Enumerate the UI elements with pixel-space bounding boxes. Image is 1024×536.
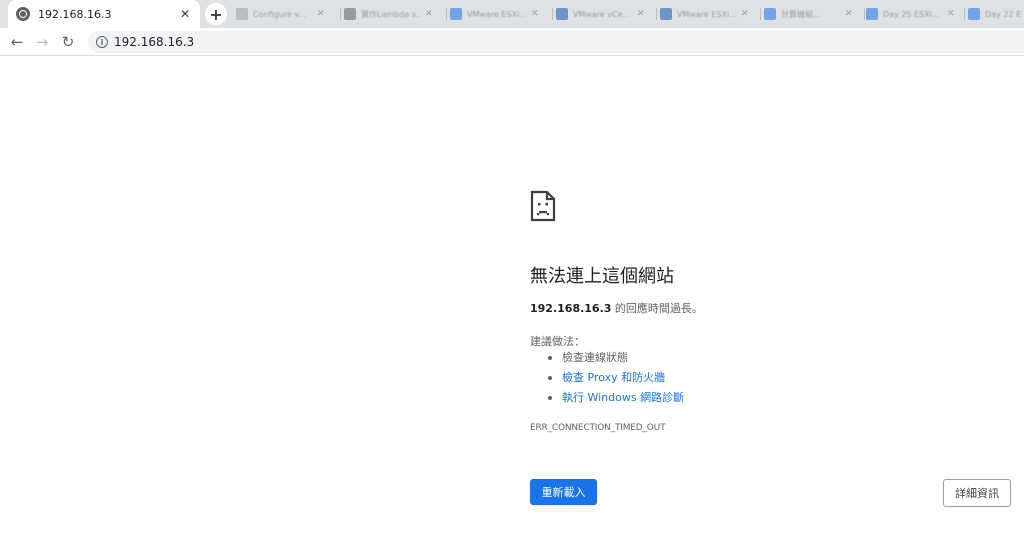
- tab-favicon-icon: [450, 8, 462, 20]
- tab-title: Day 25 ESXi...: [883, 9, 940, 19]
- tab-active[interactable]: 192.168.16.3 ✕: [8, 0, 200, 28]
- forward-button[interactable]: →: [32, 32, 52, 52]
- tab-close-icon[interactable]: ✕: [845, 9, 853, 19]
- tab-close-icon[interactable]: ✕: [425, 9, 433, 19]
- background-tab[interactable]: 計算機組... ✕: [764, 4, 853, 24]
- background-tab[interactable]: Day 25 ESXi... ✕: [866, 4, 955, 24]
- error-description: 192.168.16.3 的回應時間過長。: [530, 300, 703, 316]
- arrow-left-icon: ←: [10, 33, 24, 51]
- suggestion-network-diagnostics-link[interactable]: 執行 Windows 網路診斷: [548, 391, 684, 411]
- tab-title: 實作Lambda s...: [361, 9, 421, 19]
- suggestions-list: 檢查連線狀態 檢查 Proxy 和防火牆 執行 Windows 網路診斷: [548, 351, 684, 411]
- tab-separator: [656, 8, 657, 20]
- tab-favicon-icon: [866, 8, 878, 20]
- tab-favicon-icon: [968, 8, 980, 20]
- tab-favicon-icon: [764, 8, 776, 20]
- reload-button[interactable]: 重新載入: [530, 479, 597, 505]
- background-tab[interactable]: Configure v... ✕: [236, 4, 325, 24]
- suggestion-check-connection: 檢查連線狀態: [548, 351, 684, 371]
- background-tab[interactable]: VMware ESXi... ✕: [660, 4, 749, 24]
- tab-separator: [340, 8, 341, 20]
- details-button[interactable]: 詳細資訊: [943, 479, 1011, 507]
- tab-separator: [552, 8, 553, 20]
- reload-icon: ↻: [61, 33, 75, 51]
- info-icon[interactable]: i: [96, 36, 108, 48]
- suggestions-heading: 建議做法：: [530, 335, 585, 348]
- tab-favicon-icon: [660, 8, 672, 20]
- tab-strip: 192.168.16.3 ✕ + Configure v... ✕ 實作Lamb…: [0, 0, 1024, 28]
- background-tab[interactable]: Day 22 ESXi...: [968, 4, 1024, 24]
- tab-title: VMware ESXi...: [467, 9, 527, 19]
- url-text: 192.168.16.3: [114, 35, 195, 49]
- tab-title: 計算機組...: [781, 9, 821, 19]
- tab-separator: [864, 8, 865, 20]
- browser-toolbar: ← → ↻ i 192.168.16.3: [0, 28, 1024, 56]
- tab-favicon-icon: [236, 8, 248, 20]
- tab-separator: [760, 8, 761, 20]
- arrow-right-icon: →: [35, 33, 49, 51]
- globe-icon: [16, 7, 30, 21]
- tab-close-icon[interactable]: ✕: [741, 9, 749, 19]
- tab-favicon-icon: [344, 8, 356, 20]
- tab-close-icon[interactable]: ✕: [947, 9, 955, 19]
- sad-document-icon: [530, 190, 556, 222]
- new-tab-button[interactable]: +: [205, 3, 227, 25]
- suggestion-check-proxy-link[interactable]: 檢查 Proxy 和防火牆: [548, 371, 684, 391]
- background-tab[interactable]: VMware vCe... ✕: [556, 4, 645, 24]
- tab-title: 192.168.16.3: [38, 7, 112, 21]
- error-title: 無法連上這個網站: [530, 266, 674, 287]
- error-description-text: 的回應時間過長。: [611, 302, 703, 315]
- back-button[interactable]: ←: [7, 32, 27, 52]
- reload-browser-button[interactable]: ↻: [58, 32, 78, 52]
- background-tab[interactable]: 實作Lambda s... ✕: [344, 4, 433, 24]
- background-tab[interactable]: VMware ESXi... ✕: [450, 4, 539, 24]
- address-bar[interactable]: i 192.168.16.3: [88, 31, 1024, 53]
- tab-title: Day 22 ESXi...: [985, 9, 1021, 19]
- error-code: ERR_CONNECTION_TIMED_OUT: [530, 423, 666, 433]
- tab-title: VMware vCe...: [573, 9, 631, 19]
- tab-close-icon[interactable]: ✕: [178, 7, 192, 21]
- tab-separator: [446, 8, 447, 20]
- tab-separator: [964, 8, 965, 20]
- tab-title: Configure v...: [253, 9, 307, 19]
- tab-close-icon[interactable]: ✕: [317, 9, 325, 19]
- tab-favicon-icon: [556, 8, 568, 20]
- error-host: 192.168.16.3: [530, 302, 612, 315]
- tab-close-icon[interactable]: ✕: [637, 9, 645, 19]
- tab-title: VMware ESXi...: [677, 9, 737, 19]
- tab-close-icon[interactable]: ✕: [531, 9, 539, 19]
